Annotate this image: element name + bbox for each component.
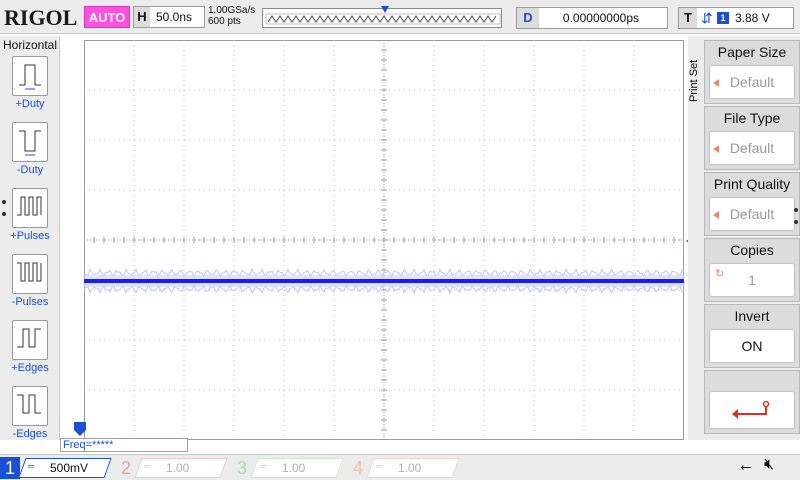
measure-minus-edges[interactable]: -Edges (0, 386, 60, 448)
file-type-label: File Type (723, 110, 781, 126)
dc-coupling-icon: ═ (28, 461, 35, 471)
graticule (84, 40, 684, 440)
channel-3-number: 3 (236, 458, 247, 478)
rotate-knob-icon: ↻ (715, 268, 725, 280)
back-button[interactable] (704, 370, 800, 434)
trigger-box[interactable]: T ⇵ 1 3.88 V (678, 7, 794, 29)
channel-2-scale: 1.00 V (166, 461, 190, 475)
channel-1-scale: 500mV (50, 461, 89, 475)
plus-duty-label: +Duty (15, 98, 45, 110)
print-set-title: Print Set (688, 59, 700, 103)
dc-coupling-icon: ═ (144, 461, 151, 471)
horizontal-label: H (134, 7, 150, 27)
measure-plus-pulses[interactable]: +Pulses (0, 188, 60, 250)
print-quality-value: Default (709, 197, 795, 231)
page-dot (794, 220, 798, 224)
invert-label: Invert (734, 308, 770, 324)
plus-edges-icon (12, 320, 48, 360)
left-arrow-icon (713, 145, 719, 153)
plus-pulses-icon (12, 188, 48, 228)
back-button-face (709, 391, 795, 429)
usb-icon: ⭠ (740, 458, 752, 474)
copies-button[interactable]: Copies 1 ↻ (704, 238, 800, 302)
channel-offset-marker-icon (74, 422, 86, 436)
channel-2-number: 2 (120, 458, 131, 478)
minus-pulses-icon (12, 254, 48, 294)
channel-4-scale: 1.00 V (398, 461, 422, 475)
measure-plus-edges[interactable]: +Edges (0, 320, 60, 382)
timebase-value: 50.0ns (156, 10, 193, 24)
plus-edges-label: +Edges (11, 362, 49, 374)
print-quality-button[interactable]: Print Quality Default (704, 172, 800, 236)
run-mode-badge[interactable]: AUTO (84, 6, 130, 28)
measure-plus-duty[interactable]: +Duty (0, 56, 60, 118)
print-quality-label: Print Quality (713, 176, 791, 192)
measure-menu: Horizontal +Duty -Duty +Pulses -Pulses +… (0, 36, 60, 440)
left-arrow-icon (713, 79, 719, 87)
timebase-box[interactable]: H 50.0ns (133, 6, 205, 28)
delay-label: D (517, 8, 539, 28)
channel-bar: 1 ═ 500mV 2 ═ 1.00 V 3 ═ 1.00 V 4 ═ 1.00… (0, 454, 800, 480)
channel-1-number: 1 (0, 457, 20, 479)
minus-duty-icon (12, 122, 48, 162)
minus-edges-label: -Edges (12, 428, 48, 440)
return-arrow-icon (732, 400, 770, 419)
memory-depth: 600 pts (208, 16, 241, 27)
status-bar: RIGOL AUTO H 50.0ns 1.00GSa/s 600 pts D … (0, 0, 800, 34)
speaker-muted-icon[interactable]: 🔇︎ (764, 456, 774, 474)
page-dot (794, 208, 798, 212)
dc-coupling-icon: ═ (376, 461, 383, 471)
invert-value: ON (709, 329, 795, 363)
copies-label: Copies (730, 242, 774, 258)
sample-rate: 1.00GSa/s (208, 5, 256, 16)
page-dot (2, 212, 6, 216)
minus-pulses-label: -Pulses (11, 296, 49, 308)
paper-size-value: Default (709, 65, 795, 99)
trigger-level: 3.88 V (735, 11, 770, 25)
plus-pulses-label: +Pulses (10, 230, 50, 242)
paper-size-label: Paper Size (717, 44, 787, 60)
channel-4-number: 4 (352, 458, 363, 478)
left-arrow-icon (713, 211, 719, 219)
measure-minus-duty[interactable]: -Duty (0, 122, 60, 184)
channel-3-scale: 1.00 V (282, 461, 306, 475)
trigger-label: T (679, 8, 697, 28)
trigger-channel-badge: 1 (717, 12, 729, 24)
dc-coupling-icon: ═ (260, 461, 267, 471)
paper-size-button[interactable]: Paper Size Default (704, 40, 800, 104)
plus-duty-icon (12, 56, 48, 96)
measure-menu-title: Horizontal (2, 38, 58, 52)
sample-info: 1.00GSa/s 600 pts (208, 5, 255, 27)
invert-button[interactable]: Invert ON (704, 304, 800, 368)
trigger-position-marker-icon (381, 6, 389, 13)
oscilloscope-screen: RIGOL AUTO H 50.0ns 1.00GSa/s 600 pts D … (0, 0, 800, 480)
waveform-display[interactable] (84, 40, 684, 440)
delay-box[interactable]: D 0.00000000ps (516, 7, 668, 29)
minus-duty-label: -Duty (16, 164, 44, 176)
rising-edge-icon: ⇵ (701, 10, 713, 26)
file-type-value: Default (709, 131, 795, 165)
brand-logo: RIGOL (4, 5, 78, 30)
delay-value: 0.00000000ps (562, 11, 639, 25)
frequency-counter: Freq=***** (60, 438, 188, 452)
page-dot (2, 200, 6, 204)
file-type-button[interactable]: File Type Default (704, 106, 800, 170)
measure-minus-pulses[interactable]: -Pulses (0, 254, 60, 316)
minus-edges-icon (12, 386, 48, 426)
